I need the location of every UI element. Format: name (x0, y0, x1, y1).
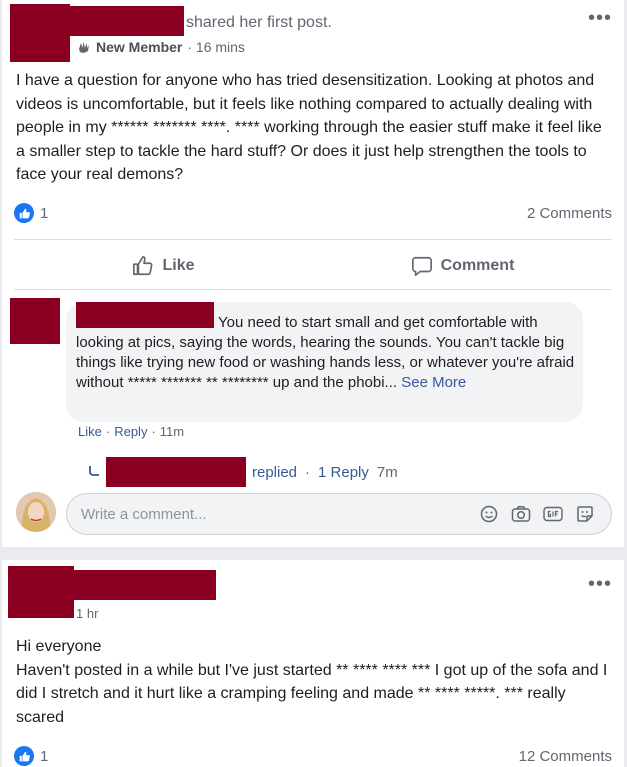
author-avatar-redacted[interactable] (8, 566, 74, 618)
comment-body: You need to start small and get comforta… (76, 314, 575, 391)
author-avatar-redacted[interactable] (10, 4, 70, 62)
more-icon[interactable]: ••• (588, 574, 612, 594)
comment-time[interactable]: 11m (160, 424, 184, 439)
wave-badge-icon (79, 42, 89, 53)
reaction-summary: 1 2 Comments (14, 203, 612, 223)
reaction-count[interactable]: 1 (14, 746, 48, 766)
like-button[interactable]: Like (14, 244, 313, 288)
gif-icon[interactable] (543, 504, 563, 524)
divider (14, 289, 612, 290)
comment-label: Comment (440, 257, 515, 274)
sticker-icon[interactable] (575, 504, 595, 524)
more-icon[interactable]: ••• (588, 8, 612, 28)
post-time[interactable]: 1 hr (76, 606, 98, 621)
comment-input-box[interactable] (66, 493, 612, 535)
post-body: I have a question for anyone who has tri… (16, 72, 602, 183)
comment-actions: Like · Reply · 11m (78, 424, 184, 439)
comment-like-link[interactable]: Like (78, 424, 102, 439)
comments-count[interactable]: 12 Comments (519, 748, 612, 765)
separator: · (105, 424, 111, 439)
like-count: 1 (40, 204, 49, 222)
current-user-avatar[interactable] (16, 492, 56, 532)
commenter-avatar-redacted[interactable] (10, 298, 60, 344)
author-name-redacted[interactable] (74, 570, 216, 600)
like-count: 1 (40, 747, 49, 765)
post-body: Hi everyone Haven't posted in a while bu… (16, 635, 614, 729)
thumbs-up-icon (133, 256, 153, 276)
emoji-icon[interactable] (479, 504, 499, 524)
input-icons (479, 504, 595, 524)
comment-icon (411, 256, 432, 276)
comments-count[interactable]: 2 Comments (527, 205, 612, 222)
comment-input[interactable] (81, 494, 441, 534)
reply-time: 7m (376, 463, 398, 481)
comment-text: You need to start small and get comforta… (76, 313, 576, 393)
like-reaction-icon (14, 746, 34, 766)
author-name-redacted[interactable] (70, 6, 184, 36)
post-actions: Like Comment (14, 244, 612, 288)
post-body-line: Haven't posted in a while but I've just … (16, 661, 608, 726)
like-reaction-icon (14, 203, 34, 223)
like-label: Like (162, 257, 195, 274)
post-body-line: Hi everyone (16, 638, 102, 655)
comment-reply-link[interactable]: Reply (114, 424, 147, 439)
post-time[interactable]: · 16 mins (187, 39, 245, 55)
shared-post-text: shared her first post. (186, 14, 332, 31)
reaction-count[interactable]: 1 (14, 203, 48, 223)
see-more-link[interactable]: See More (401, 374, 466, 391)
comment-button[interactable]: Comment (313, 244, 612, 288)
post-card: shared her first post. ••• New Member · … (2, 0, 624, 547)
replied-text: replied (252, 463, 298, 481)
post-meta: New Member · 16 mins (76, 39, 245, 55)
replies-summary[interactable]: replied · 1 Reply 7m (88, 457, 398, 487)
reply-count[interactable]: 1 Reply (318, 464, 369, 481)
camera-icon[interactable] (511, 504, 531, 524)
separator: · (151, 424, 156, 439)
divider (14, 239, 612, 240)
reaction-summary: 1 12 Comments (14, 746, 612, 766)
new-member-badge: New Member (96, 39, 183, 55)
post-card: ••• 1 hr Hi everyone Haven't posted in a… (2, 560, 624, 767)
reply-arrow-icon (89, 466, 99, 476)
separator: · (305, 463, 311, 481)
replier-redacted[interactable] (106, 457, 246, 487)
